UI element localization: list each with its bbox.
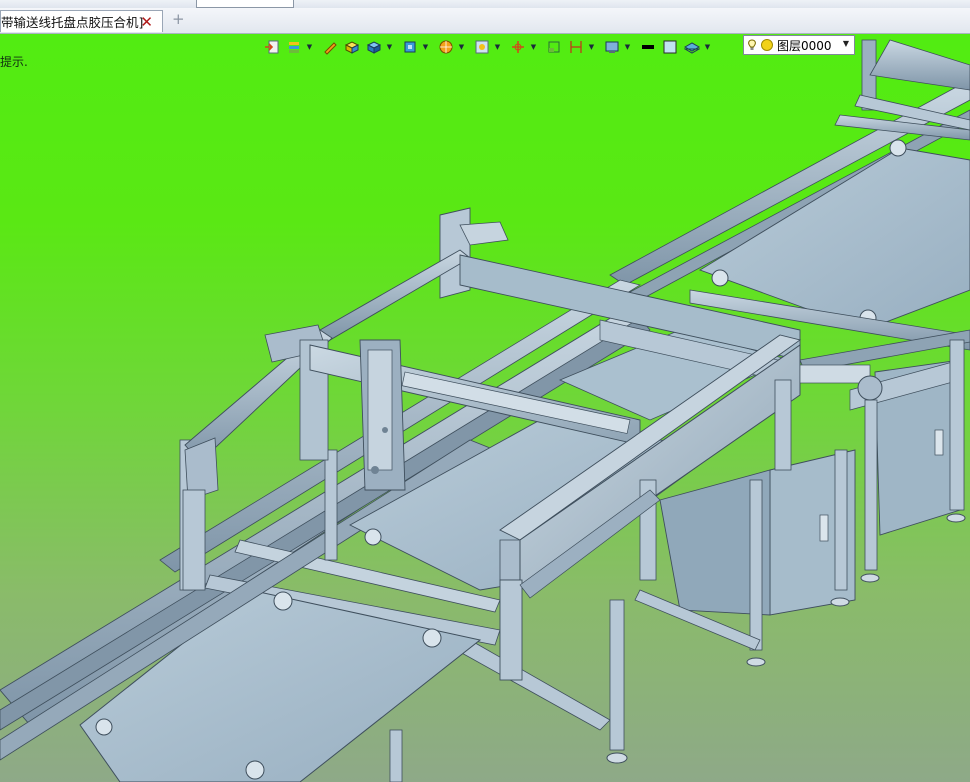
display-mode-dropdown[interactable]: ▼ — [624, 37, 631, 57]
sun-icon — [761, 39, 773, 51]
display-mode-icon[interactable] — [602, 37, 622, 57]
axis-icon[interactable] — [508, 37, 528, 57]
document-tab-bar: 带输送线托盘点胶压合机] ✕ + — [0, 8, 970, 34]
cube-blue-icon[interactable] — [364, 37, 384, 57]
image-frame-dropdown[interactable]: ▼ — [494, 37, 501, 57]
chevron-down-icon: ▼ — [842, 39, 849, 48]
pencil-icon[interactable] — [320, 37, 340, 57]
view-cube-dropdown[interactable]: ▼ — [422, 37, 429, 57]
layer-sheet-dropdown[interactable]: ▼ — [704, 37, 711, 57]
layer-sheet-icon[interactable] — [682, 37, 702, 57]
document-tab-title: 带输送线托盘点胶压合机] — [1, 15, 144, 30]
view-cube-icon[interactable] — [400, 37, 420, 57]
quick-access-combo[interactable] — [196, 0, 294, 8]
line-color-icon[interactable] — [638, 37, 658, 57]
view-toolbar: ▼ ▼ ▼ ▼ ▼ ▼ ▼ ▼ ▼ — [262, 36, 716, 58]
document-tab[interactable]: 带输送线托盘点胶压合机] ✕ — [0, 10, 163, 32]
machine-model — [0, 39, 970, 782]
dimension-dropdown[interactable]: ▼ — [588, 37, 595, 57]
3d-viewport[interactable]: 提示. ▼ ▼ ▼ ▼ ▼ ▼ ▼ ▼ ▼ 图层0000 ▼ — [0, 34, 970, 782]
layer-select[interactable]: 图层0000 ▼ — [743, 35, 855, 55]
dimension-icon[interactable] — [566, 37, 586, 57]
close-icon[interactable]: ✕ — [140, 13, 153, 31]
cube-yellow-icon[interactable] — [342, 37, 362, 57]
layer-name: 图层0000 — [777, 38, 832, 53]
image-frame-icon[interactable] — [472, 37, 492, 57]
layer-stack-dropdown[interactable]: ▼ — [306, 37, 313, 57]
add-tab-icon[interactable]: + — [172, 10, 185, 28]
cube-dropdown[interactable]: ▼ — [386, 37, 393, 57]
fill-color-icon[interactable] — [660, 37, 680, 57]
lightbulb-icon — [748, 39, 756, 50]
prompt-text: 提示. — [0, 55, 28, 69]
axis-dropdown[interactable]: ▼ — [530, 37, 537, 57]
section-icon[interactable] — [544, 37, 564, 57]
render-dropdown[interactable]: ▼ — [458, 37, 465, 57]
import-icon[interactable] — [262, 37, 282, 57]
render-ball-icon[interactable] — [436, 37, 456, 57]
layer-stack-icon[interactable] — [284, 37, 304, 57]
